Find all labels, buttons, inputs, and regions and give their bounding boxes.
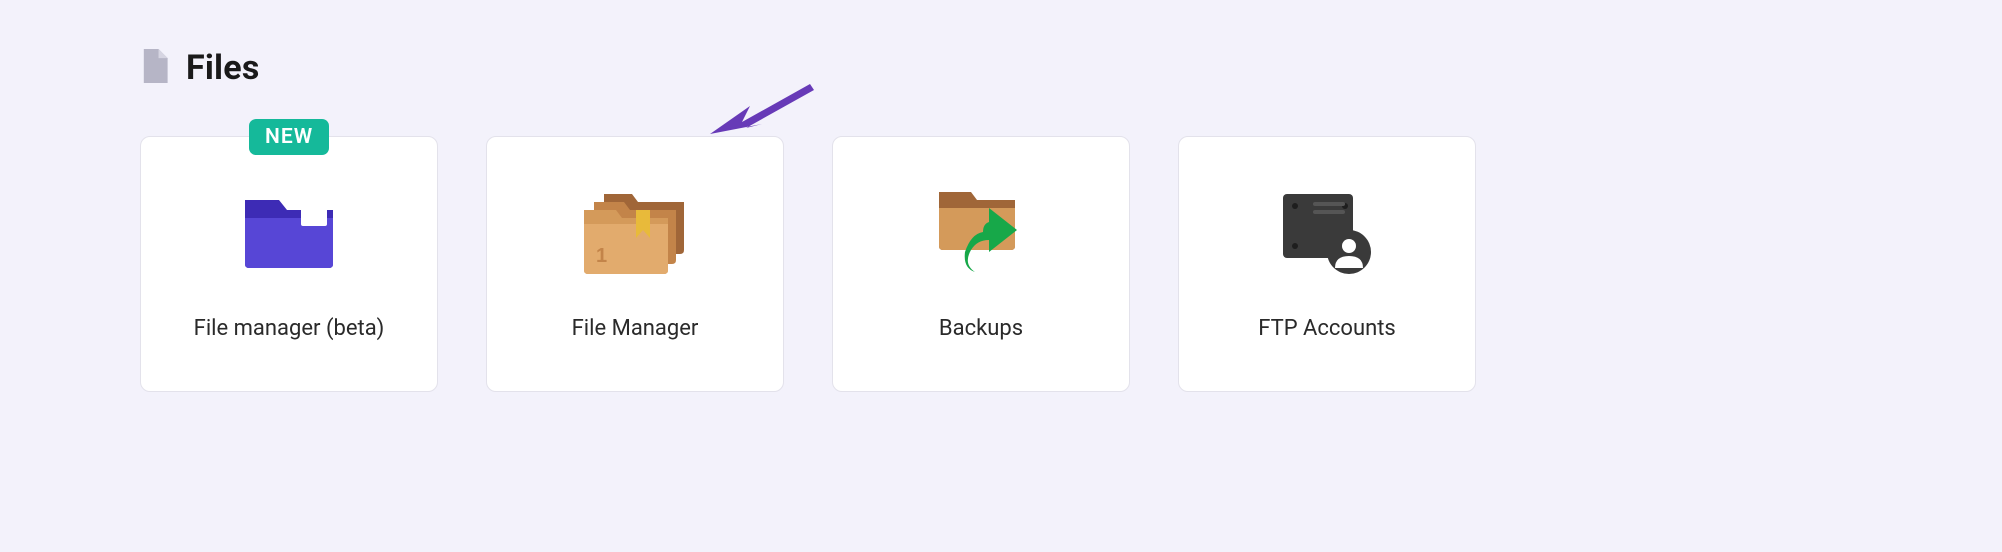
files-section: Files NEW File manager (beta)	[0, 0, 2002, 440]
ftp-accounts-icon	[1277, 188, 1377, 276]
cards-row: NEW File manager (beta)	[140, 136, 1862, 392]
new-badge: NEW	[249, 119, 329, 155]
svg-text:1: 1	[596, 245, 607, 267]
section-title: Files	[186, 48, 259, 88]
card-label: Backups	[939, 316, 1023, 341]
folders-stack-icon: 1	[580, 188, 690, 276]
card-label: File Manager	[572, 316, 699, 341]
section-header: Files	[140, 48, 1862, 88]
card-file-manager-beta[interactable]: NEW File manager (beta)	[140, 136, 438, 392]
folder-purple-icon	[241, 188, 337, 276]
card-ftp-accounts[interactable]: FTP Accounts	[1178, 136, 1476, 392]
card-file-manager[interactable]: 1 File Manager	[486, 136, 784, 392]
card-backups[interactable]: Backups	[832, 136, 1130, 392]
file-icon	[140, 49, 168, 87]
backups-icon	[931, 188, 1031, 276]
card-label: FTP Accounts	[1258, 316, 1396, 341]
card-label: File manager (beta)	[194, 316, 385, 341]
